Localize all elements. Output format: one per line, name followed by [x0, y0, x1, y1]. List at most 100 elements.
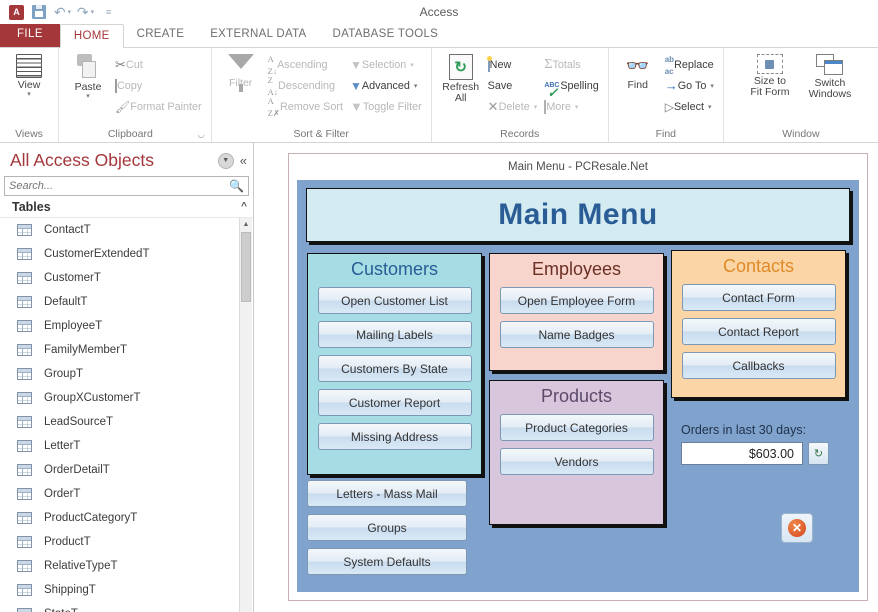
remove-sort-icon: A Z✗	[267, 95, 280, 118]
view-button[interactable]: View ▾	[4, 51, 54, 98]
switch-windows-button[interactable]: Switch Windows	[799, 51, 861, 100]
find-button[interactable]: 👓 Find	[613, 51, 663, 91]
list-item[interactable]: EmployeeT	[0, 314, 253, 338]
ribbon-group-views: View ▾ Views	[0, 48, 59, 142]
list-item[interactable]: CustomerT	[0, 266, 253, 290]
list-item[interactable]: GroupXCustomerT	[0, 386, 253, 410]
advanced-button[interactable]: ▼ Advanced ▾	[348, 75, 427, 96]
copy-button[interactable]: Copy	[113, 75, 207, 96]
replace-button[interactable]: ab ac Replace	[663, 54, 719, 75]
list-item-label: FamilyMemberT	[44, 344, 128, 356]
customer-report-button[interactable]: Customer Report	[317, 389, 472, 416]
list-item[interactable]: RelativeTypeT	[0, 554, 253, 578]
form-tab-title: Main Menu - PCResale.Net	[289, 154, 867, 180]
missing-address-button[interactable]: Missing Address	[317, 423, 472, 450]
product-categories-button[interactable]: Product Categories	[499, 414, 654, 441]
cut-button[interactable]: ✂ Cut	[113, 54, 207, 75]
new-record-button[interactable]: New	[486, 54, 543, 75]
list-item[interactable]: FamilyMemberT	[0, 338, 253, 362]
access-app-icon[interactable]: A	[6, 3, 26, 21]
list-item[interactable]: OrderT	[0, 482, 253, 506]
orders-refresh-icon[interactable]: ↻	[808, 442, 829, 465]
clipboard-dialog-launcher-icon[interactable]: ◡	[198, 127, 205, 142]
open-employee-form-button[interactable]: Open Employee Form	[499, 287, 654, 314]
search-icon[interactable]: 🔍	[225, 179, 248, 193]
navigation-object-list: ContactT CustomerExtendedT CustomerT Defaul…	[0, 218, 253, 612]
groups-button[interactable]: Groups	[307, 514, 467, 541]
undo-icon[interactable]: ↶ ▾	[52, 3, 72, 21]
list-item[interactable]: StateT	[0, 602, 253, 612]
system-defaults-button[interactable]: System Defaults	[307, 548, 467, 575]
list-item[interactable]: GroupT	[0, 362, 253, 386]
orders-summary: Orders in last 30 days: $603.00 ↻	[681, 423, 851, 465]
list-item[interactable]: ShippingT	[0, 578, 253, 602]
tab-file[interactable]: FILE	[0, 23, 60, 47]
panel-title-contacts: Contacts	[722, 256, 795, 276]
open-customer-list-button[interactable]: Open Customer List	[317, 287, 472, 314]
ribbon-group-find: 👓 Find ab ac Replace → Go To ▾ ▷ Select ▾	[609, 48, 724, 142]
list-item[interactable]: LeadSourceT	[0, 410, 253, 434]
table-icon	[17, 584, 32, 596]
select-button[interactable]: ▷ Select ▾	[663, 96, 719, 117]
ribbon-tab-strip: FILE HOME CREATE EXTERNAL DATA DATABASE …	[0, 23, 878, 48]
table-icon	[17, 512, 32, 524]
sort-descending-button[interactable]: Z A↓ Descending	[266, 75, 348, 96]
toggle-filter-button[interactable]: ▼ Toggle Filter	[348, 96, 427, 117]
close-form-button[interactable]: ✕	[781, 513, 813, 543]
callbacks-button[interactable]: Callbacks	[681, 352, 836, 379]
paste-button[interactable]: Paste ▾	[63, 51, 113, 100]
totals-button[interactable]: Σ Totals	[542, 54, 603, 75]
mailing-labels-button[interactable]: Mailing Labels	[317, 321, 472, 348]
list-item[interactable]: ProductT	[0, 530, 253, 554]
list-item[interactable]: LetterT	[0, 434, 253, 458]
navigation-search-row[interactable]: 🔍	[4, 176, 249, 196]
scrollbar-thumb[interactable]	[241, 232, 251, 302]
list-item-label: LeadSourceT	[44, 416, 114, 428]
navigation-scrollbar[interactable]: ▲	[239, 218, 252, 612]
vendors-button[interactable]: Vendors	[499, 448, 654, 475]
tab-home[interactable]: HOME	[59, 24, 124, 48]
sort-ascending-button[interactable]: A Z↓ Ascending	[266, 54, 348, 75]
scroll-up-icon[interactable]: ▲	[240, 218, 252, 231]
list-item[interactable]: ContactT	[0, 218, 253, 242]
chevron-down-icon[interactable]: ▼	[217, 152, 234, 169]
table-icon	[17, 560, 32, 572]
selection-button[interactable]: ▼ Selection ▾	[348, 54, 427, 75]
list-item[interactable]: DefaultT	[0, 290, 253, 314]
tab-create[interactable]: CREATE	[124, 23, 198, 47]
contact-report-button[interactable]: Contact Report	[681, 318, 836, 345]
chevron-up-icon[interactable]: ^	[241, 201, 247, 212]
format-painter-button[interactable]: 🖌 Format Painter	[113, 96, 207, 117]
go-to-button[interactable]: → Go To ▾	[663, 75, 719, 96]
list-item[interactable]: OrderDetailT	[0, 458, 253, 482]
table-icon	[17, 224, 32, 236]
orders-value-field[interactable]: $603.00	[681, 442, 803, 465]
delete-record-button[interactable]: ✕ Delete ▾	[486, 96, 543, 117]
name-badges-button[interactable]: Name Badges	[499, 321, 654, 348]
list-item-label: ProductT	[44, 536, 91, 548]
search-input[interactable]	[5, 180, 226, 192]
collapse-pane-icon[interactable]: «	[240, 153, 247, 168]
customers-by-state-button[interactable]: Customers By State	[317, 355, 472, 382]
redo-icon[interactable]: ↷ ▾	[75, 3, 95, 21]
tab-external-data[interactable]: EXTERNAL DATA	[197, 23, 319, 47]
ribbon-group-label-views: Views	[15, 128, 43, 140]
list-item[interactable]: ProductCategoryT	[0, 506, 253, 530]
contact-form-button[interactable]: Contact Form	[681, 284, 836, 311]
navigation-group-tables[interactable]: Tables ^	[0, 196, 253, 218]
ribbon-group-label-clipboard: Clipboard ◡	[107, 127, 205, 142]
customize-qat-icon[interactable]: ≡	[98, 3, 118, 21]
tab-database-tools[interactable]: DATABASE TOOLS	[320, 23, 452, 47]
list-item[interactable]: CustomerExtendedT	[0, 242, 253, 266]
letters-mass-mail-button[interactable]: Letters - Mass Mail	[307, 480, 467, 507]
refresh-all-button[interactable]: ↻ Refresh All	[436, 51, 486, 104]
view-icon	[16, 54, 42, 78]
spelling-button[interactable]: ABC ✓ Spelling	[542, 75, 603, 101]
filter-button[interactable]: Filter	[216, 51, 266, 92]
size-to-fit-form-button[interactable]: Size to Fit Form	[741, 51, 799, 98]
save-record-button[interactable]: Save	[486, 75, 543, 96]
ribbon: View ▾ Views Paste ▾ ✂ Cut Copy 🖌 Format…	[0, 48, 878, 143]
save-icon[interactable]	[29, 3, 49, 21]
remove-sort-button[interactable]: A Z✗ Remove Sort	[266, 96, 348, 117]
list-item-label: ShippingT	[44, 584, 96, 596]
